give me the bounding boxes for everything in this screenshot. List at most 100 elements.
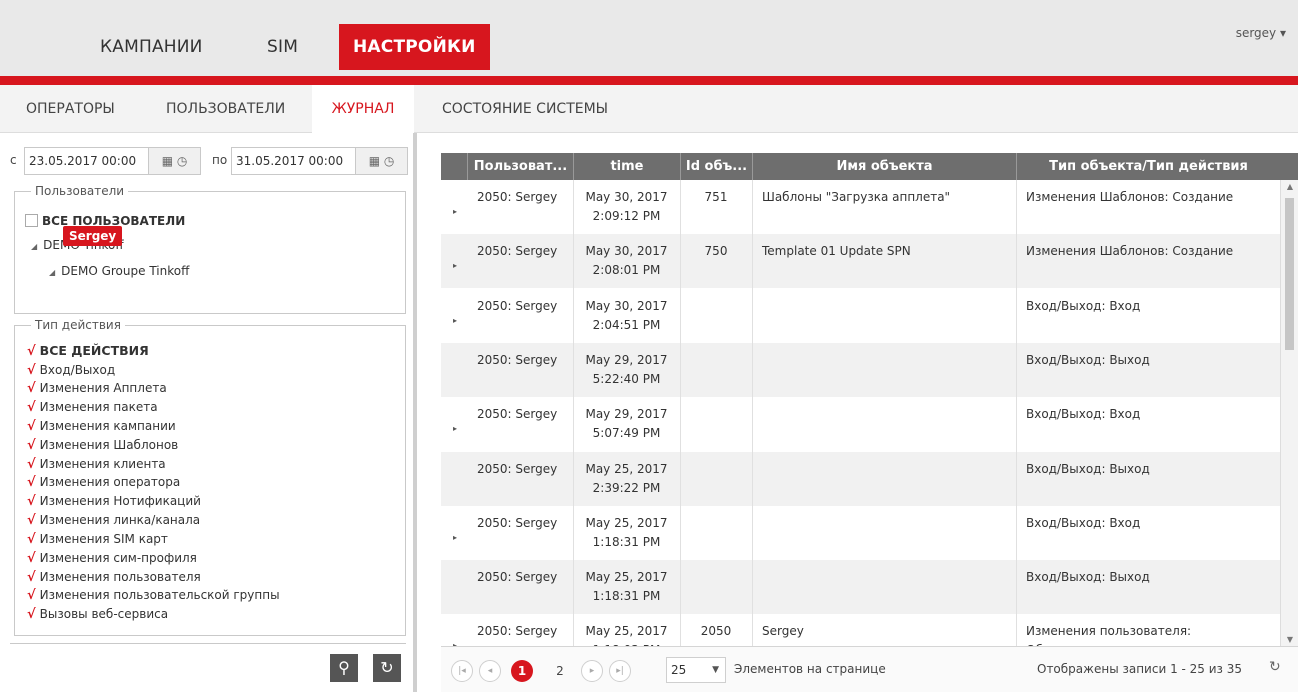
checkmark-icon[interactable]: √ [27,381,36,396]
expand-row-icon[interactable]: ▸ [453,207,457,216]
table-row[interactable]: 2050: Sergey May 29, 2017 5:22:40 PM Вход/В… [441,342,1280,397]
vertical-scrollbar[interactable]: ▲ ▼ [1280,180,1298,646]
action-type-checkbox[interactable]: √ Изменения SIM карт [27,532,168,547]
next-page-button[interactable]: ▸ [581,660,603,682]
accent-divider [0,76,1298,85]
cell-user: 2050: Sergey [477,624,558,639]
page-size-label: Элементов на странице [734,662,886,676]
checkmark-icon[interactable]: √ [27,400,36,415]
checkmark-icon[interactable]: √ [27,494,36,509]
checkmark-icon[interactable]: √ [27,513,36,528]
action-type-checkbox[interactable]: √ Изменения линка/канала [27,513,200,528]
date-to-picker-icons[interactable]: ▦ ◷ [356,147,408,175]
col-header-time[interactable]: time [573,153,680,180]
tab-users[interactable]: ПОЛЬЗОВАТЕЛИ [156,85,295,133]
action-type-legend: Тип действия [35,318,121,332]
records-summary: Отображены записи 1 - 25 из 35 [1037,662,1243,676]
col-header-object-id[interactable]: Id объ... [680,153,752,180]
tab-operators[interactable]: ОПЕРАТОРЫ [16,85,125,133]
table-row[interactable]: ▸ 2050: Sergey May 30, 2017 2:09:12 PM 751 Ша… [441,180,1280,234]
action-type-checkbox[interactable]: √ Изменения Шаблонов [27,438,178,453]
action-type-label: Изменения пользовательской группы [39,588,280,603]
tree-node-demo-groupe[interactable]: ◢ DEMO Groupe Tinkoff [49,264,189,278]
table-row[interactable]: ▸ 2050: Sergey May 29, 2017 5:07:49 PM Вход/… [441,397,1280,451]
table-row[interactable]: 2050: Sergey May 25, 2017 2:39:22 PM Вход/В… [441,451,1280,506]
table-row[interactable]: ▸ 2050: Sergey May 25, 2017 1:18:31 PM Вход/… [441,506,1280,560]
sub-navigation: ОПЕРАТОРЫ ПОЛЬЗОВАТЕЛИ ЖУРНАЛ СОСТОЯНИЕ … [0,85,1298,134]
collapse-triangle-icon[interactable]: ◢ [31,242,37,251]
search-button[interactable]: ⚲ [330,654,358,682]
scroll-thumb[interactable] [1285,198,1294,350]
prev-page-button[interactable]: ◂ [479,660,501,682]
checkmark-icon[interactable]: √ [27,419,36,434]
action-type-checkbox[interactable]: √ Изменения Нотификаций [27,494,201,509]
expand-row-icon[interactable]: ▸ [453,424,457,433]
panel-splitter[interactable] [413,133,417,692]
collapse-triangle-icon[interactable]: ◢ [49,268,55,277]
table-row[interactable]: ▸ 2050: Sergey May 30, 2017 2:04:51 PM Вход/… [441,289,1280,343]
table-row[interactable]: ▸2050: SergeyMay 25, 20171:18:03 PM2050S… [441,614,1280,646]
checkmark-icon[interactable]: √ [27,532,36,547]
checkmark-icon[interactable]: √ [27,344,36,359]
nav-campaigns[interactable]: КАМПАНИИ [86,24,217,70]
nav-settings[interactable]: НАСТРОЙКИ [339,24,490,70]
page-1-button[interactable]: 1 [511,660,533,682]
column-divider [680,180,681,646]
action-type-checkbox[interactable]: √ Изменения пользователя [27,570,201,585]
action-type-checkbox[interactable]: √ Вызовы веб-сервиса [27,607,168,622]
refresh-icon[interactable]: ↻ [1269,659,1281,675]
action-type-checkbox[interactable]: √ Изменения пользовательской группы [27,588,280,603]
expand-row-icon[interactable]: ▸ [453,316,457,325]
checkmark-icon[interactable]: √ [27,475,36,490]
checkmark-icon[interactable]: √ [27,551,36,566]
action-type-checkbox[interactable]: √ Изменения клиента [27,457,166,472]
checkmark-icon[interactable]: √ [27,457,36,472]
cell-time: 1:18:31 PM [592,589,661,604]
nav-sim[interactable]: SIM [253,24,312,70]
pagination-bar: |◂ ◂ 1 2 ▸ ▸| 25 ▼ Элементов на странице… [441,646,1298,692]
action-type-label: Изменения сим-профиля [39,550,197,565]
grid-header: Пользоват... time Id объ... Имя объекта … [441,153,1298,180]
col-header-user[interactable]: Пользоват... [467,153,573,180]
chevron-down-icon[interactable]: ▼ [712,658,719,682]
table-row[interactable]: ▸ 2050: Sergey May 30, 2017 2:08:01 PM 750 Te… [441,234,1280,289]
expand-row-icon[interactable]: ▸ [453,533,457,542]
column-divider [752,180,753,646]
action-type-checkbox[interactable]: √ Вход/Выход [27,363,115,378]
checkbox-icon[interactable] [25,214,38,227]
page-size-select[interactable]: 25 ▼ [666,657,726,683]
action-type-checkbox[interactable]: √ Изменения сим-профиля [27,551,197,566]
action-type-label: Изменения пользователя [39,569,201,584]
action-type-checkbox[interactable]: √ Изменения пакета [27,400,158,415]
page-2-button[interactable]: 2 [549,660,571,682]
scroll-up-icon[interactable]: ▲ [1281,182,1298,191]
all-actions-checkbox[interactable]: √ ВСЕ ДЕЙСТВИЯ [27,343,149,359]
action-type-checkbox[interactable]: √ Изменения Апплета [27,381,167,396]
cell-object-type: Вход/Выход: Выход [1026,461,1150,476]
checkmark-icon[interactable]: √ [27,607,36,622]
checkmark-icon[interactable]: √ [27,588,36,603]
cell-time: 5:07:49 PM [592,426,661,441]
tab-system-state[interactable]: СОСТОЯНИЕ СИСТЕМЫ [432,85,618,133]
date-from-picker-icons[interactable]: ▦ ◷ [149,147,201,175]
first-page-button[interactable]: |◂ [451,660,473,682]
date-to-input[interactable]: 31.05.2017 00:00 [231,147,356,175]
selected-user-tag[interactable]: Sergey [63,226,123,246]
reset-button[interactable]: ↻ [373,654,401,682]
action-type-label: Изменения пакета [39,400,158,415]
last-page-button[interactable]: ▸| [609,660,631,682]
table-row[interactable]: 2050: Sergey May 25, 2017 1:18:31 PM Вход/В… [441,560,1280,615]
date-from-input[interactable]: 23.05.2017 00:00 [24,147,149,175]
user-menu[interactable]: sergey ▾ [1236,26,1286,40]
action-type-checkbox[interactable]: √ Изменения кампании [27,419,176,434]
checkmark-icon[interactable]: √ [27,570,36,585]
checkmark-icon[interactable]: √ [27,363,36,378]
col-header-object-name[interactable]: Имя объекта [752,153,1016,180]
checkmark-icon[interactable]: √ [27,438,36,453]
scroll-down-icon[interactable]: ▼ [1281,635,1298,644]
tab-journal[interactable]: ЖУРНАЛ [312,85,414,134]
expand-row-icon[interactable]: ▸ [453,261,457,270]
cell-user: 2050: Sergey [477,515,558,530]
action-type-checkbox[interactable]: √ Изменения оператора [27,475,180,490]
col-header-object-type[interactable]: Тип объекта/Тип действия [1016,153,1280,180]
